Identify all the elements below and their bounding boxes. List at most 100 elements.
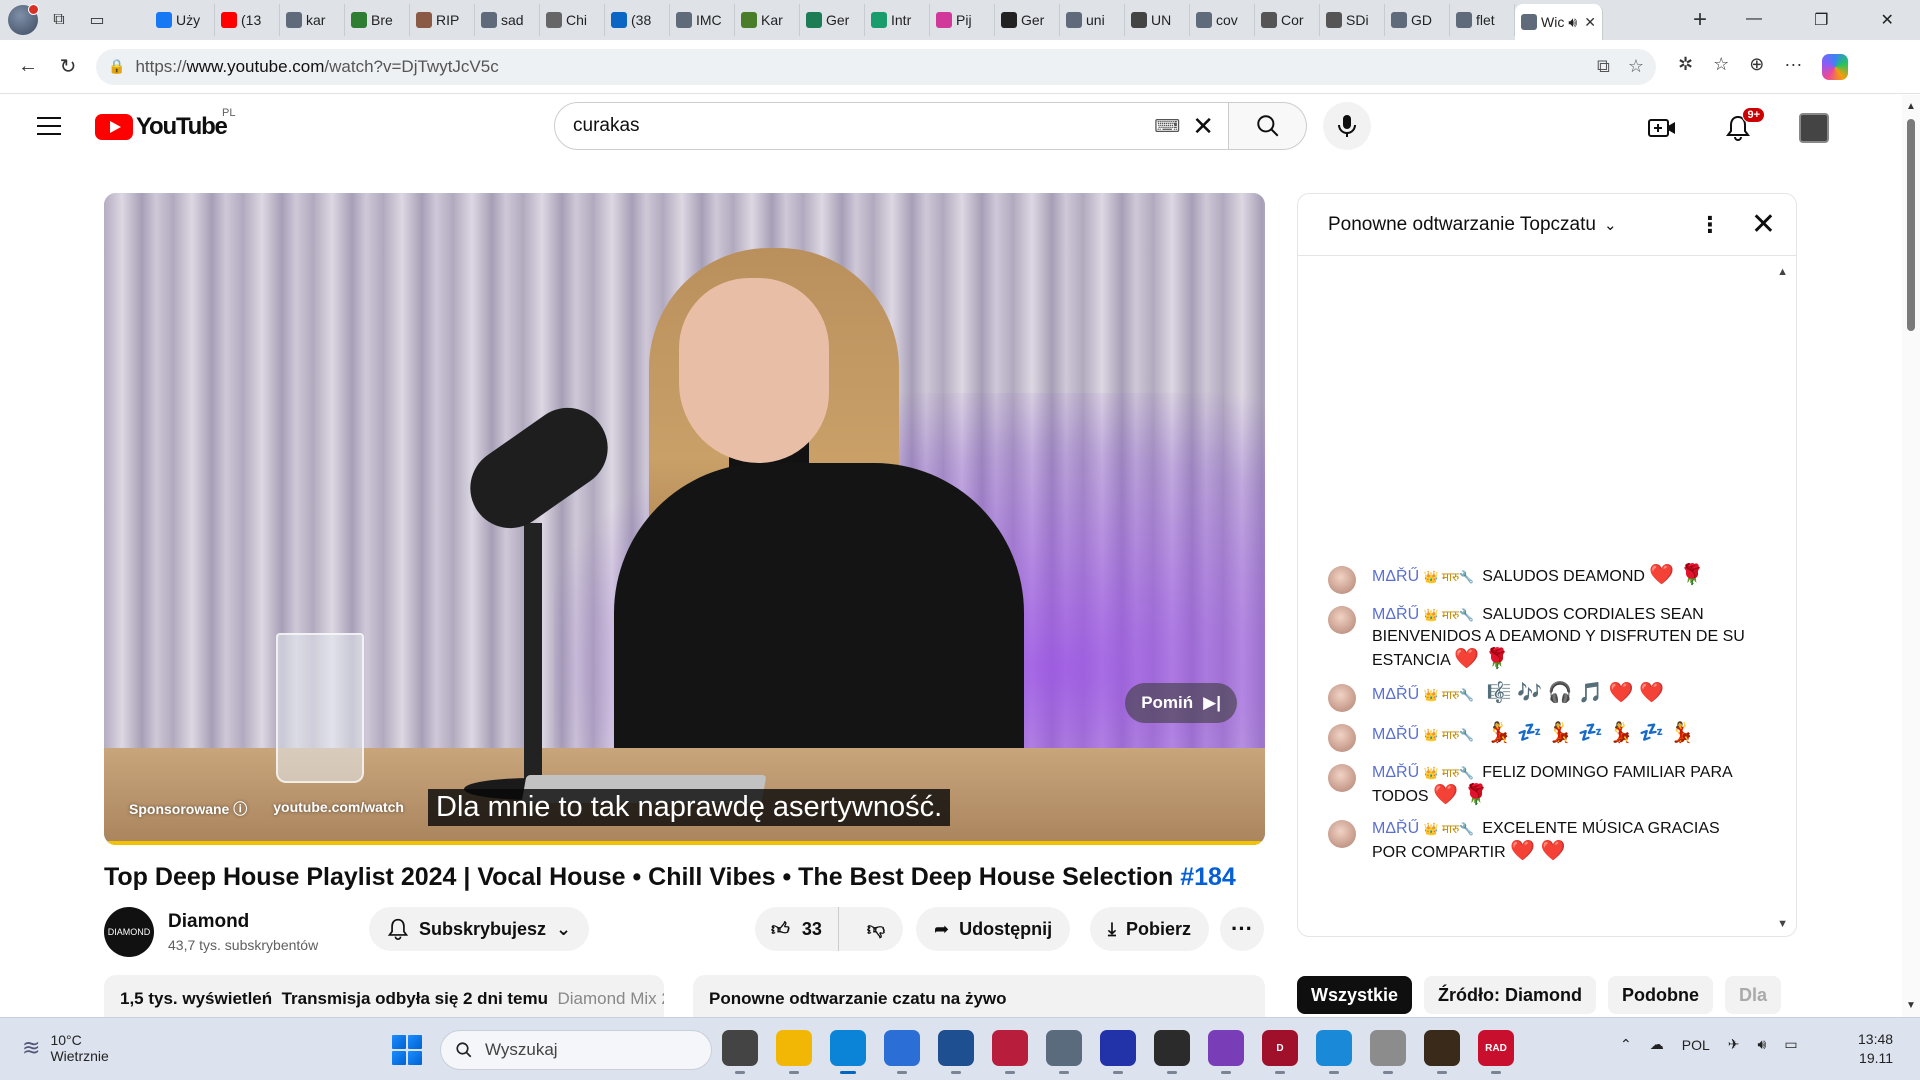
- browser-tab[interactable]: Ger: [800, 4, 865, 36]
- address-bar[interactable]: 🔒 https://www.youtube.com/watch?v=DjTwyt…: [96, 48, 1656, 85]
- chat-author-avatar[interactable]: [1328, 764, 1356, 792]
- keyboard-icon[interactable]: ⌨: [1154, 116, 1180, 137]
- taskbar-app-mic-app-icon[interactable]: [1370, 1030, 1406, 1074]
- onedrive-icon[interactable]: ☁: [1650, 1036, 1664, 1053]
- browser-tab[interactable]: cov: [1190, 4, 1255, 36]
- browser-tab[interactable]: flet: [1450, 4, 1515, 36]
- workspaces-icon[interactable]: ⧉: [42, 5, 76, 35]
- browser-tab[interactable]: Kar: [735, 4, 800, 36]
- chat-author-avatar[interactable]: [1328, 566, 1356, 594]
- back-icon[interactable]: ←: [8, 47, 48, 87]
- chat-message[interactable]: MΔŘŰ 👑 मारु🔧 🎼 🎶 🎧 🎵 ❤️ ❤️: [1328, 682, 1748, 712]
- chat-author-name[interactable]: MΔŘŰ 👑 मारु🔧: [1372, 568, 1474, 585]
- browser-tab[interactable]: Uży: [150, 4, 215, 36]
- more-actions-button[interactable]: ···: [1220, 907, 1264, 951]
- weather-widget[interactable]: ≋ 10°C Wietrznie: [22, 1032, 109, 1064]
- chat-message[interactable]: MΔŘŰ 👑 मारु🔧 💃 💤 💃 💤 💃 💤 💃: [1328, 722, 1748, 752]
- airplane-icon[interactable]: ✈: [1728, 1036, 1740, 1053]
- search-input[interactable]: curakas ⌨ ✕: [554, 102, 1229, 150]
- profile-avatar[interactable]: [8, 4, 39, 35]
- browser-tab[interactable]: Wic 🔊︎ ✕: [1515, 4, 1603, 40]
- chat-scroll-down-icon[interactable]: ▼: [1777, 918, 1788, 930]
- more-menu-icon[interactable]: ···: [1784, 54, 1802, 80]
- voice-search-button[interactable]: [1323, 102, 1371, 150]
- close-chat-icon[interactable]: ✕: [1751, 207, 1776, 242]
- channel-name[interactable]: Diamond: [168, 911, 249, 933]
- chat-message[interactable]: MΔŘŰ 👑 मारु🔧 EXCELENTE MÚSICA GRACIAS POR…: [1328, 818, 1748, 864]
- tray-overflow-icon[interactable]: ⌃: [1620, 1036, 1632, 1053]
- taskbar-app-terminal-icon[interactable]: [1154, 1030, 1190, 1074]
- like-button[interactable]: 👍︎ 33: [755, 907, 839, 951]
- taskbar-app-settings-icon[interactable]: [1046, 1030, 1082, 1074]
- tab-actions-icon[interactable]: ▭: [80, 5, 114, 35]
- chat-author-name[interactable]: MΔŘŰ 👑 मारु🔧: [1372, 820, 1474, 837]
- subscribed-button[interactable]: Subskrybujesz ⌄: [369, 907, 590, 951]
- language-indicator[interactable]: POL: [1682, 1037, 1710, 1053]
- favorite-star-icon[interactable]: ☆: [1628, 56, 1644, 77]
- create-video-icon[interactable]: [1643, 109, 1681, 147]
- taskbar-app-task-view-icon[interactable]: [722, 1030, 758, 1074]
- description-box[interactable]: 1,5 tys. wyświetleń Transmisja odbyła si…: [104, 975, 664, 1017]
- chat-options-icon[interactable]: ⋮: [1699, 212, 1721, 238]
- youtube-logo[interactable]: YouTube PL: [95, 107, 235, 141]
- browser-tab[interactable]: Ger: [995, 4, 1060, 36]
- favorites-icon[interactable]: ☆: [1713, 54, 1729, 80]
- taskbar-app-notepad-icon[interactable]: [1316, 1030, 1352, 1074]
- scrollbar-thumb[interactable]: [1907, 119, 1915, 331]
- clear-search-icon[interactable]: ✕: [1192, 111, 1214, 142]
- taskbar-app-github-desktop-icon[interactable]: [1208, 1030, 1244, 1074]
- download-button[interactable]: ⤓ Pobierz: [1090, 907, 1209, 951]
- live-chat-replay-toggle[interactable]: Ponowne odtwarzanie czatu na żywo: [693, 975, 1265, 1017]
- taskbar-app-cube-app-icon[interactable]: [938, 1030, 974, 1074]
- volume-icon[interactable]: 🔊︎: [1757, 1036, 1766, 1053]
- browser-tab[interactable]: sad: [475, 4, 540, 36]
- refresh-icon[interactable]: ↻: [48, 47, 88, 87]
- browser-tab[interactable]: Pij: [930, 4, 995, 36]
- taskbar-app-store-icon[interactable]: [884, 1030, 920, 1074]
- browser-tab[interactable]: kar: [280, 4, 345, 36]
- browser-tab[interactable]: Intr: [865, 4, 930, 36]
- app-available-icon[interactable]: ⧉: [1597, 56, 1610, 77]
- chevron-right-icon[interactable]: ›: [1793, 982, 1797, 1008]
- chat-message[interactable]: MΔŘŰ 👑 मारु🔧 SALUDOS DEAMOND ❤️ 🌹: [1328, 564, 1748, 594]
- browser-tab[interactable]: (38: [605, 4, 670, 36]
- minimize-icon[interactable]: —: [1746, 10, 1762, 30]
- taskbar-search[interactable]: Wyszukaj: [440, 1030, 712, 1070]
- chat-author-avatar[interactable]: [1328, 684, 1356, 712]
- chat-author-avatar[interactable]: [1328, 724, 1356, 752]
- close-window-icon[interactable]: ✕: [1881, 10, 1894, 30]
- chat-message[interactable]: MΔŘŰ 👑 मारु🔧 SALUDOS CORDIALES SEAN BIENV…: [1328, 604, 1748, 672]
- taskbar-app-file-explorer-icon[interactable]: [776, 1030, 812, 1074]
- browser-tab[interactable]: Cor: [1255, 4, 1320, 36]
- account-avatar[interactable]: [1795, 109, 1833, 147]
- new-tab-button[interactable]: +: [1680, 4, 1720, 36]
- lock-icon[interactable]: 🔒: [108, 58, 125, 75]
- collections-icon[interactable]: ⊕: [1749, 54, 1764, 80]
- taskbar-app-edge-icon[interactable]: [830, 1030, 866, 1074]
- filter-chip[interactable]: Wszystkie: [1297, 976, 1413, 1014]
- browser-tab[interactable]: Chi: [540, 4, 605, 36]
- taskbar-clock[interactable]: 13:48 19.11: [1858, 1030, 1893, 1068]
- taskbar-app-photo-app-icon[interactable]: [1424, 1030, 1460, 1074]
- chat-author-name[interactable]: MΔŘŰ 👑 मारु🔧: [1372, 606, 1474, 623]
- copilot-icon[interactable]: [1822, 53, 1849, 80]
- notifications-icon[interactable]: 9+: [1719, 107, 1765, 147]
- browser-tab[interactable]: UN: [1125, 4, 1190, 36]
- scroll-up-icon[interactable]: ▲: [1906, 101, 1916, 112]
- chat-scroll-up-icon[interactable]: ▲: [1777, 266, 1788, 278]
- filter-chip[interactable]: Źródło: Diamond: [1424, 976, 1597, 1014]
- channel-avatar[interactable]: DIAMOND: [104, 907, 154, 957]
- taskbar-app-rad-app-icon[interactable]: RAD: [1478, 1030, 1514, 1074]
- chat-message[interactable]: MΔŘŰ 👑 मारु🔧 FELIZ DOMINGO FAMILIAR PARA …: [1328, 762, 1748, 808]
- page-scrollbar[interactable]: ▲ ▼: [1902, 95, 1920, 1017]
- chat-author-avatar[interactable]: [1328, 820, 1356, 848]
- skip-ad-button[interactable]: Pomiń ▶|: [1125, 683, 1237, 723]
- dislike-button[interactable]: 👎︎: [849, 907, 903, 951]
- share-button[interactable]: ➦ Udostępnij: [916, 907, 1071, 951]
- browser-tab[interactable]: GD: [1385, 4, 1450, 36]
- browser-tab[interactable]: Bre: [345, 4, 410, 36]
- browser-tab[interactable]: SDi: [1320, 4, 1385, 36]
- close-tab-icon[interactable]: ✕: [1584, 14, 1596, 31]
- extensions-icon[interactable]: ✲: [1678, 54, 1693, 80]
- taskbar-app-d-app-icon[interactable]: D: [1262, 1030, 1298, 1074]
